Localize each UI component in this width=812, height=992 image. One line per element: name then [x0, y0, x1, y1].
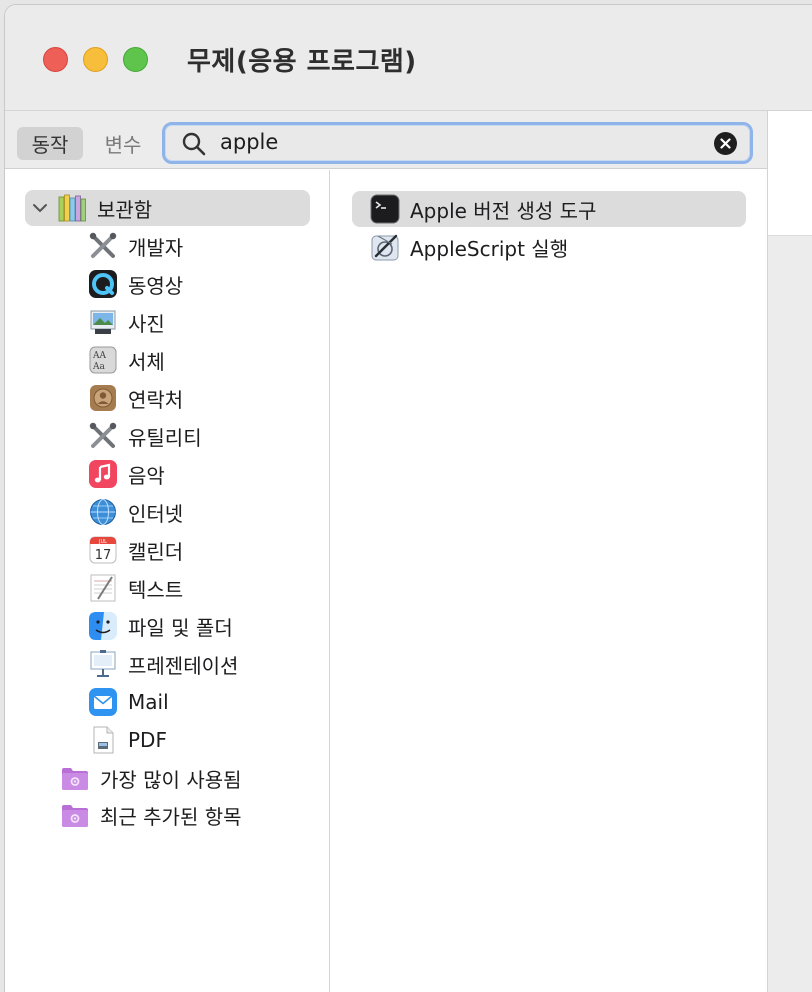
keynote-icon	[90, 650, 116, 677]
minimize-window-button[interactable]	[83, 47, 108, 72]
automator-window: 무제(응용 프로그램) 동작 변수 apple 보관함 개발자 동영상 사진 A…	[4, 4, 812, 992]
close-icon	[720, 138, 731, 149]
library-item-label: 프레젠테이션	[128, 653, 239, 678]
calendar-month-text: JUL	[98, 539, 107, 545]
smart-folder-recently-added[interactable]: 최근 추가된 항목	[60, 797, 242, 833]
smart-folder-icon	[62, 768, 88, 790]
tab-actions[interactable]: 동작	[17, 127, 83, 160]
library-list: 보관함 개발자 동영상 사진 AA Aa 서체 연락처 유틸리티 음악 인터넷 …	[5, 170, 330, 992]
svg-text:Aa: Aa	[92, 362, 105, 372]
library-toolbar: 동작 변수 apple	[5, 111, 767, 169]
library-item-pdf[interactable]: PDF	[88, 722, 167, 758]
calendar-icon: JUL 17	[89, 536, 117, 564]
library-item-fonts[interactable]: AA Aa 서체	[88, 342, 165, 378]
library-item-mail[interactable]: Mail	[88, 684, 169, 720]
library-root-item[interactable]: 보관함	[25, 190, 310, 226]
library-item-label: 개발자	[128, 235, 184, 260]
library-item-label: 파일 및 폴더	[128, 615, 233, 640]
zoom-window-button[interactable]	[123, 47, 148, 72]
library-item-label: 유틸리티	[128, 425, 202, 450]
library-books-icon	[58, 194, 86, 222]
search-icon	[182, 132, 206, 156]
library-item-text[interactable]: 텍스트	[88, 570, 183, 606]
utilities-tools-icon	[89, 422, 117, 448]
library-item-utilities[interactable]: 유틸리티	[88, 418, 202, 454]
tab-variables[interactable]: 변수	[93, 127, 153, 160]
library-item-label: 연락처	[128, 387, 184, 412]
title-bar: 무제(응용 프로그램)	[5, 5, 812, 111]
textedit-icon	[90, 574, 116, 602]
close-window-button[interactable]	[43, 47, 68, 72]
action-label: Apple 버전 생성 도구	[410, 198, 597, 223]
library-item-photos[interactable]: 사진	[88, 304, 165, 340]
calendar-day-text: 17	[95, 548, 112, 563]
library-item-music[interactable]: 음악	[88, 456, 165, 492]
actions-list: Apple 버전 생성 도구 AppleScript 실행	[331, 170, 767, 992]
library-root-label: 보관함	[97, 197, 153, 222]
library-item-label: 사진	[128, 311, 165, 336]
library-item-calendar[interactable]: JUL 17 캘린더	[88, 532, 183, 568]
quicktime-icon	[89, 270, 117, 298]
workflow-header-area	[768, 111, 812, 236]
chevron-down-icon[interactable]	[31, 199, 49, 217]
library-item-label: 동영상	[128, 273, 184, 298]
script-editor-icon	[371, 234, 399, 261]
developer-tools-icon	[89, 232, 117, 258]
library-item-label: 인터넷	[128, 501, 184, 526]
action-item-apple-versioning-tool[interactable]: Apple 버전 생성 도구	[352, 191, 746, 227]
clear-search-button[interactable]	[714, 132, 737, 155]
library-item-presentations[interactable]: 프레젠테이션	[88, 646, 238, 682]
library-item-label: 음악	[128, 463, 165, 488]
music-icon	[89, 460, 117, 488]
library-item-label: 텍스트	[128, 577, 184, 602]
smart-folder-most-used[interactable]: 가장 많이 사용됨	[60, 760, 242, 796]
smart-folder-label: 가장 많이 사용됨	[100, 767, 242, 792]
mail-icon	[89, 688, 117, 716]
library-item-label: 캘린더	[128, 539, 184, 564]
library-item-label: Mail	[128, 690, 169, 714]
library-item-label: PDF	[128, 728, 167, 752]
finder-icon	[89, 612, 117, 640]
workflow-area-edge	[767, 111, 812, 992]
library-item-developer[interactable]: 개발자	[88, 228, 183, 264]
font-book-icon: AA Aa	[89, 346, 117, 374]
library-item-contacts[interactable]: 연락처	[88, 380, 183, 416]
library-item-movies[interactable]: 동영상	[88, 266, 183, 302]
action-label: AppleScript 실행	[410, 236, 569, 261]
search-field[interactable]: apple	[162, 122, 753, 164]
library-item-label: 서체	[128, 349, 165, 374]
photos-preview-icon	[90, 310, 116, 334]
svg-text:AA: AA	[92, 351, 106, 361]
search-input[interactable]: apple	[220, 130, 278, 154]
library-item-internet[interactable]: 인터넷	[88, 494, 183, 530]
action-item-run-applescript[interactable]: AppleScript 실행	[352, 229, 746, 265]
window-title: 무제(응용 프로그램)	[187, 47, 417, 77]
library-item-files-folders[interactable]: 파일 및 폴더	[88, 608, 233, 644]
smart-folder-icon	[62, 805, 88, 827]
terminal-icon	[370, 194, 400, 224]
smart-folder-label: 최근 추가된 항목	[100, 804, 242, 829]
internet-globe-icon	[90, 499, 116, 525]
pdf-icon	[93, 726, 114, 754]
contacts-icon	[90, 385, 116, 411]
